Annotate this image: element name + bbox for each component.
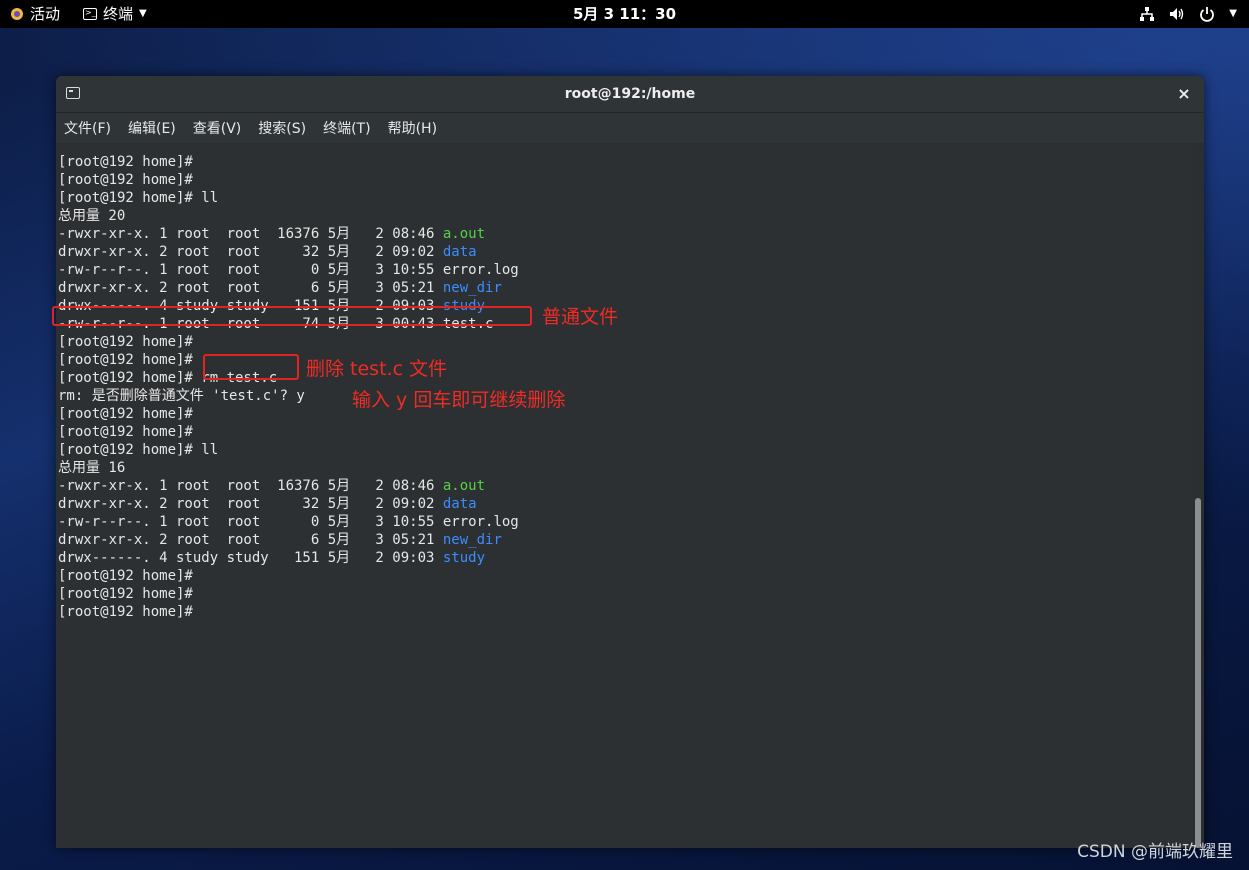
annotation-regular-file: 普通文件 bbox=[542, 306, 619, 328]
file-name: error.log bbox=[442, 262, 519, 278]
terminal-line-text: 总用量 20 bbox=[58, 208, 126, 224]
annotation-delete-cmd: 删除 test.c 文件 bbox=[306, 358, 448, 380]
terminal-line: 总用量 20 bbox=[58, 207, 125, 225]
terminal-line-text: [root@192 home]# bbox=[58, 334, 193, 350]
terminal-line: [root@192 home]# bbox=[58, 171, 193, 189]
ls-entry: drwxr-xr-x. 2 root root 6 5月 3 05:21 new… bbox=[58, 279, 502, 297]
terminal-line-text: [root@192 home]# bbox=[58, 604, 193, 620]
terminal-line-text: [root@192 home]# bbox=[58, 424, 193, 440]
terminal-line-text: [root@192 home]# ll bbox=[58, 442, 219, 458]
ls-entry: -rw-r--r--. 1 root root 0 5月 3 10:55 err… bbox=[58, 261, 519, 279]
terminal-line: [root@192 home]# bbox=[58, 405, 193, 423]
ls-entry: drwxr-xr-x. 2 root root 32 5月 2 09:02 da… bbox=[58, 495, 477, 513]
network-icon bbox=[1140, 7, 1155, 21]
ls-entry: drwxr-xr-x. 2 root root 32 5月 2 09:02 da… bbox=[58, 243, 477, 261]
terminal-line-text: [root@192 home]# ll bbox=[58, 190, 219, 206]
file-name: data bbox=[442, 244, 477, 260]
terminal-line-text: [root@192 home]# bbox=[58, 352, 193, 368]
highlight-box-test-c-row bbox=[52, 306, 532, 326]
terminal-output[interactable]: [root@192 home]# [root@192 home]# [root@19… bbox=[56, 143, 1192, 848]
menu-help[interactable]: 帮助(H) bbox=[388, 118, 437, 138]
terminal-line-text: [root@192 home]# bbox=[58, 568, 193, 584]
file-name: new_dir bbox=[442, 280, 502, 296]
file-name: a.out bbox=[442, 226, 486, 242]
terminal-line: [root@192 home]# bbox=[58, 567, 193, 585]
file-name: error.log bbox=[442, 514, 519, 530]
scrollbar-thumb[interactable] bbox=[1195, 498, 1201, 848]
volume-icon bbox=[1170, 8, 1184, 20]
terminal-line-text: -rw-r--r--. 1 root root 0 5月 3 10:55 bbox=[58, 514, 443, 530]
file-name: study bbox=[442, 550, 486, 566]
terminal-line-text: drwxr-xr-x. 2 root root 6 5月 3 05:21 bbox=[58, 280, 443, 296]
terminal-line-text: rm: 是否删除普通文件 'test.c'? y bbox=[58, 388, 305, 404]
terminal-line: [root@192 home]# bbox=[58, 585, 193, 603]
menu-view[interactable]: 查看(V) bbox=[193, 118, 242, 138]
terminal-line: [root@192 home]# bbox=[58, 351, 193, 369]
system-tray[interactable]: ▼ bbox=[1139, 0, 1237, 28]
clock[interactable]: 5月 3 11：30 bbox=[0, 0, 1249, 28]
menu-edit[interactable]: 编辑(E) bbox=[128, 118, 176, 138]
close-button[interactable]: × bbox=[1174, 84, 1194, 104]
terminal-line-text: [root@192 home]# bbox=[58, 172, 193, 188]
tray-chevron-down-icon: ▼ bbox=[1229, 8, 1237, 19]
terminal-line-text: drwx------. 4 study study 151 5月 2 09:03 bbox=[58, 550, 443, 566]
window-title: root@192:/home bbox=[564, 86, 696, 102]
ls-entry: -rwxr-xr-x. 1 root root 16376 5月 2 08:46… bbox=[58, 477, 485, 495]
terminal-line-text: -rwxr-xr-x. 1 root root 16376 5月 2 08:46 bbox=[58, 226, 443, 242]
terminal-line-text: drwxr-xr-x. 2 root root 6 5月 3 05:21 bbox=[58, 532, 443, 548]
file-name: data bbox=[442, 496, 477, 512]
menu-bar: 文件(F) 编辑(E) 查看(V) 搜索(S) 终端(T) 帮助(H) bbox=[56, 113, 1204, 143]
terminal-line: [root@192 home]# ll bbox=[58, 441, 218, 459]
terminal-line: [root@192 home]# bbox=[58, 423, 193, 441]
ls-entry: drwx------. 4 study study 151 5月 2 09:03… bbox=[58, 549, 485, 567]
terminal-line-text: [root@192 home]# bbox=[58, 154, 193, 170]
file-name: new_dir bbox=[442, 532, 502, 548]
terminal-line-text: drwxr-xr-x. 2 root root 32 5月 2 09:02 bbox=[58, 496, 443, 512]
terminal-line: [root@192 home]# ll bbox=[58, 189, 218, 207]
file-name: a.out bbox=[442, 478, 486, 494]
power-icon bbox=[1200, 7, 1215, 22]
terminal-line: [root@192 home]# bbox=[58, 333, 193, 351]
ls-entry: drwxr-xr-x. 2 root root 6 5月 3 05:21 new… bbox=[58, 531, 502, 549]
scrollbar[interactable] bbox=[1192, 143, 1204, 848]
terminal-line: rm: 是否删除普通文件 'test.c'? y bbox=[58, 387, 305, 405]
menu-file[interactable]: 文件(F) bbox=[64, 118, 111, 138]
terminal-window: root@192:/home × 文件(F) 编辑(E) 查看(V) 搜索(S)… bbox=[56, 76, 1204, 848]
top-bar: 活动 >_ 终端 ▼ 5月 3 11：30 ▼ bbox=[0, 0, 1249, 28]
highlight-box-rm-command bbox=[203, 354, 299, 380]
terminal-line-text: drwxr-xr-x. 2 root root 32 5月 2 09:02 bbox=[58, 244, 443, 260]
terminal-line-text: [root@192 home]# bbox=[58, 586, 193, 602]
menu-terminal[interactable]: 终端(T) bbox=[323, 118, 370, 138]
terminal-line: [root@192 home]# bbox=[58, 603, 193, 621]
ls-entry: -rwxr-xr-x. 1 root root 16376 5月 2 08:46… bbox=[58, 225, 485, 243]
watermark: CSDN @前端玖耀里 bbox=[1077, 842, 1233, 862]
terminal-line-text: [root@192 home]# bbox=[58, 406, 193, 422]
title-bar[interactable]: root@192:/home × bbox=[56, 76, 1204, 113]
annotation-confirm-hint: 输入 y 回车即可继续删除 bbox=[352, 389, 566, 411]
terminal-line-text: -rw-r--r--. 1 root root 0 5月 3 10:55 bbox=[58, 262, 443, 278]
ls-entry: -rw-r--r--. 1 root root 0 5月 3 10:55 err… bbox=[58, 513, 519, 531]
terminal-line-text: 总用量 16 bbox=[58, 460, 126, 476]
terminal-line: 总用量 16 bbox=[58, 459, 125, 477]
terminal-line: [root@192 home]# bbox=[58, 153, 193, 171]
terminal-line-text: -rwxr-xr-x. 1 root root 16376 5月 2 08:46 bbox=[58, 478, 443, 494]
menu-search[interactable]: 搜索(S) bbox=[258, 118, 306, 138]
